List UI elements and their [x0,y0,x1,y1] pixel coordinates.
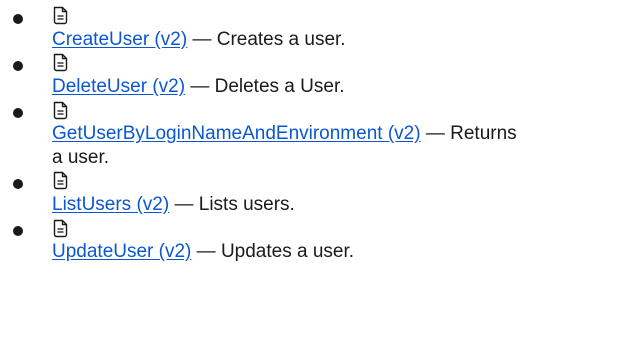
list-item: DeleteUser (v2) — Deletes a User. [0,51,520,98]
icon-row [52,51,520,75]
operations-list: CreateUser (v2) — Creates a user. Delete… [0,0,520,264]
bullet [13,108,23,119]
separator: — [425,122,451,144]
operation-description: Updates a user. [220,240,355,262]
separator: — [196,240,221,262]
operation-link[interactable]: ListUsers (v2) [52,194,169,215]
separator: — [174,193,199,215]
operation-description: Lists users. [198,193,295,215]
document-icon [52,171,69,190]
bullet [13,226,23,237]
icon-row [52,98,520,122]
operation-link[interactable]: DeleteUser (v2) [52,76,185,97]
list-item: UpdateUser (v2) — Updates a user. [0,216,520,263]
document-icon [52,219,69,238]
operation-link[interactable]: CreateUser (v2) [52,29,187,50]
document-icon [52,6,69,25]
operation-description: Creates a user. [216,28,346,50]
bullet [13,61,23,72]
icon-row [52,216,520,240]
document-icon [52,101,69,120]
operation-link[interactable]: UpdateUser (v2) [52,241,191,262]
operation-link[interactable]: GetUserByLoginNameAndEnvironment (v2) [52,123,421,144]
list-item: GetUserByLoginNameAndEnvironment (v2) — … [0,98,520,169]
icon-row [52,169,520,193]
document-icon [52,53,69,72]
bullet [13,179,23,190]
separator: — [192,28,217,50]
operation-description: Deletes a User. [214,75,345,97]
icon-row [52,4,520,28]
list-item: CreateUser (v2) — Creates a user. [0,4,520,51]
bullet [13,14,23,24]
list-item: ListUsers (v2) — Lists users. [0,169,520,216]
separator: — [190,75,215,97]
